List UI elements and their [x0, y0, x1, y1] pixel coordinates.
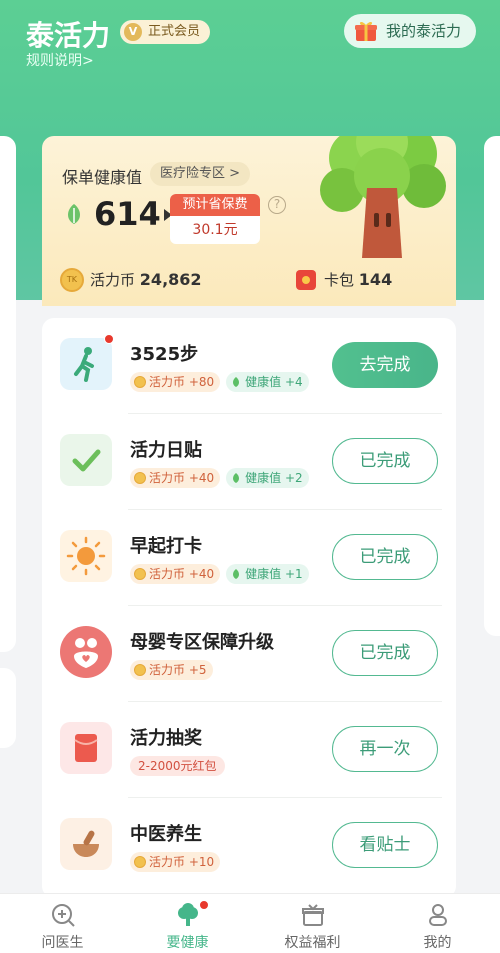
- wallet-icon: [296, 270, 316, 290]
- health-tree-icon: [177, 903, 198, 926]
- task-action-button[interactable]: 已完成: [332, 534, 438, 580]
- coin-icon: [134, 664, 146, 676]
- tab-ask-doctor[interactable]: 问医生: [0, 894, 125, 953]
- wallet-value: 144: [358, 270, 393, 289]
- task-action-button[interactable]: 看贴士: [332, 822, 438, 868]
- task-row-early-rise: 早起打卡 活力币 +40 健康值 +1 已完成: [42, 510, 456, 606]
- health-reward-tag: 健康值 +4: [226, 372, 309, 392]
- side-card-peek-left-lower: [0, 668, 16, 748]
- tab-health[interactable]: 要健康: [125, 894, 250, 953]
- premium-saving-box: 预计省保费 30.1元: [170, 194, 260, 244]
- coin-reward-text: 活力币 +10: [149, 855, 215, 869]
- health-reward-text: 健康值 +2: [245, 471, 303, 485]
- page-title: 泰活力: [26, 19, 111, 52]
- coin-reward-tag: 活力币 +5: [130, 660, 213, 680]
- medical-zone-link[interactable]: 医疗险专区 >: [150, 162, 251, 186]
- coin-icon: [134, 856, 146, 868]
- person-icon: [428, 904, 447, 926]
- tree-illustration: [320, 136, 446, 258]
- health-reward-tag: 健康值 +2: [226, 468, 309, 488]
- checkmark-icon: [60, 434, 112, 486]
- red-envelope-icon: [60, 722, 112, 774]
- health-card-title: 保单健康值: [62, 168, 143, 187]
- task-list-card: 3525步 活力币 +80 健康值 +4 去完成 活力日贴 活力币 +40 健康…: [42, 318, 456, 898]
- card-wallet[interactable]: 卡包 144: [296, 268, 392, 292]
- task-title: 母婴专区保障升级: [130, 632, 274, 653]
- health-value-card: 保单健康值 医疗险专区 > 614 预计省保费 30.1元 ? TK 活力币 2…: [42, 136, 456, 306]
- task-action-button[interactable]: 再一次: [332, 726, 438, 772]
- member-badge-label: 正式会员: [148, 24, 201, 39]
- bottom-tab-bar: 问医生 要健康 权益福利 我的: [0, 893, 500, 953]
- premium-saving-label: 预计省保费: [170, 194, 260, 216]
- coin-reward-text: 活力币 +80: [149, 375, 215, 389]
- notification-dot: [199, 900, 209, 910]
- premium-saving-value: 30.1元: [192, 222, 238, 238]
- doctor-search-icon: [51, 904, 75, 927]
- leaf-icon: [233, 473, 240, 483]
- tab-label: 要健康: [166, 935, 209, 951]
- health-value[interactable]: 614: [62, 195, 172, 233]
- task-title: 活力抽奖: [130, 728, 202, 749]
- health-value-number: 614: [94, 195, 161, 233]
- leaf-icon: [68, 204, 80, 224]
- coin-reward-text: 活力币 +40: [149, 471, 215, 485]
- health-reward-text: 健康值 +1: [245, 567, 303, 581]
- task-action-button[interactable]: 去完成: [332, 342, 438, 388]
- my-vitality-label: 我的泰活力: [386, 22, 462, 40]
- task-row-lottery: 活力抽奖 2-2000元红包 再一次: [42, 702, 456, 798]
- tab-label: 问医生: [41, 935, 84, 951]
- coin-icon: TK: [60, 268, 84, 292]
- gift-box-icon: [301, 904, 324, 926]
- task-action-button[interactable]: 已完成: [332, 438, 438, 484]
- coin-icon: [134, 376, 146, 388]
- tab-label: 权益福利: [284, 935, 341, 951]
- my-vitality-button[interactable]: 我的泰活力: [344, 14, 476, 48]
- coin-reward-tag: 活力币 +80: [130, 372, 221, 392]
- tab-benefits[interactable]: 权益福利: [250, 894, 375, 953]
- task-row-steps: 3525步 活力币 +80 健康值 +4 去完成: [42, 318, 456, 414]
- tab-mine[interactable]: 我的: [375, 894, 500, 953]
- task-title: 3525步: [130, 344, 199, 365]
- coin-reward-tag: 活力币 +40: [130, 564, 221, 584]
- notification-dot: [104, 334, 114, 344]
- coin-reward-text: 活力币 +40: [149, 567, 215, 581]
- coin-reward-tag: 活力币 +10: [130, 852, 221, 872]
- task-row-daily-sticker: 活力日贴 活力币 +40 健康值 +2 已完成: [42, 414, 456, 510]
- walking-person-icon: [60, 334, 114, 390]
- mother-baby-icon: [60, 626, 112, 678]
- red-packet-tag: 2-2000元红包: [130, 756, 225, 776]
- task-row-maternity-upgrade: 母婴专区保障升级 活力币 +5 已完成: [42, 606, 456, 702]
- tab-label: 我的: [423, 935, 452, 951]
- task-title: 活力日贴: [130, 440, 202, 461]
- task-action-button[interactable]: 已完成: [332, 630, 438, 676]
- leaf-icon: [233, 377, 240, 387]
- leaf-icon: [233, 569, 240, 579]
- side-card-peek-left: [0, 136, 16, 652]
- wallet-label: 卡包: [324, 271, 355, 289]
- task-title: 早起打卡: [130, 536, 202, 557]
- vitality-coins[interactable]: TK 活力币 24,862: [60, 268, 202, 292]
- coins-label: 活力币: [90, 271, 136, 289]
- health-reward-text: 健康值 +4: [245, 375, 303, 389]
- coin-icon: [134, 472, 146, 484]
- coin-reward-tag: 活力币 +40: [130, 468, 221, 488]
- coins-value: 24,862: [139, 270, 202, 289]
- coin-icon: [134, 568, 146, 580]
- coin-reward-text: 活力币 +5: [149, 663, 207, 677]
- vip-v-icon: V: [124, 23, 142, 41]
- sun-icon: [60, 530, 112, 582]
- member-badge: V 正式会员: [120, 20, 211, 44]
- health-reward-tag: 健康值 +1: [226, 564, 309, 584]
- rules-link[interactable]: 规则说明>: [26, 50, 94, 70]
- task-title: 中医养生: [130, 824, 202, 845]
- task-row-tcm-wellness: 中医养生 活力币 +10 看贴士: [42, 798, 456, 894]
- gift-icon: [355, 21, 377, 41]
- help-icon[interactable]: ?: [268, 196, 286, 214]
- side-card-peek-right: [484, 136, 500, 636]
- mortar-bowl-icon: [60, 818, 112, 870]
